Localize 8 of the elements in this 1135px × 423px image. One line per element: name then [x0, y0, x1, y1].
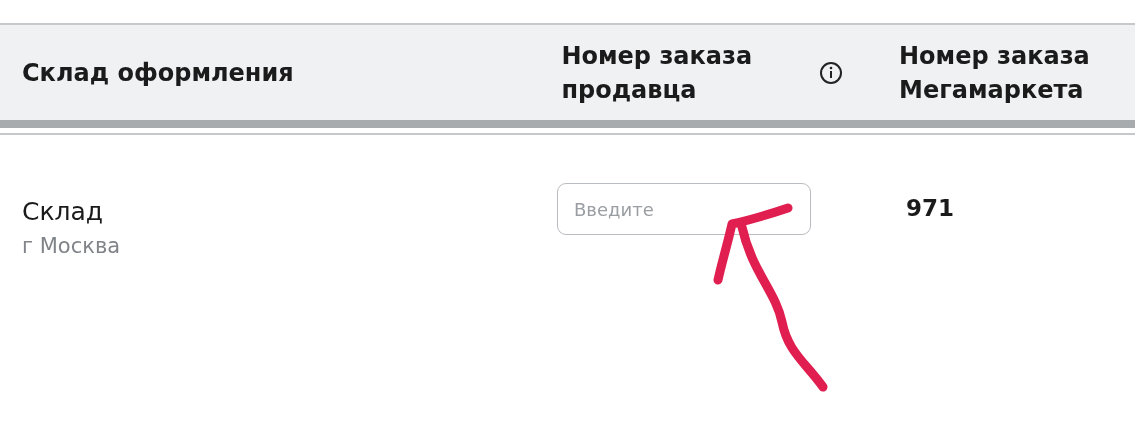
column-header: Номер заказа продавца — [561, 41, 754, 106]
warehouse-city: г Москва — [22, 234, 122, 258]
column-header: Склад оформления — [22, 57, 295, 89]
info-icon[interactable] — [819, 60, 844, 85]
order-number: 971 — [906, 195, 955, 221]
order-number-field[interactable]: Введите — [557, 183, 811, 235]
warehouse-name: Склад — [22, 197, 105, 226]
column-header: Номер заказа Мегамаркета — [899, 41, 1091, 106]
